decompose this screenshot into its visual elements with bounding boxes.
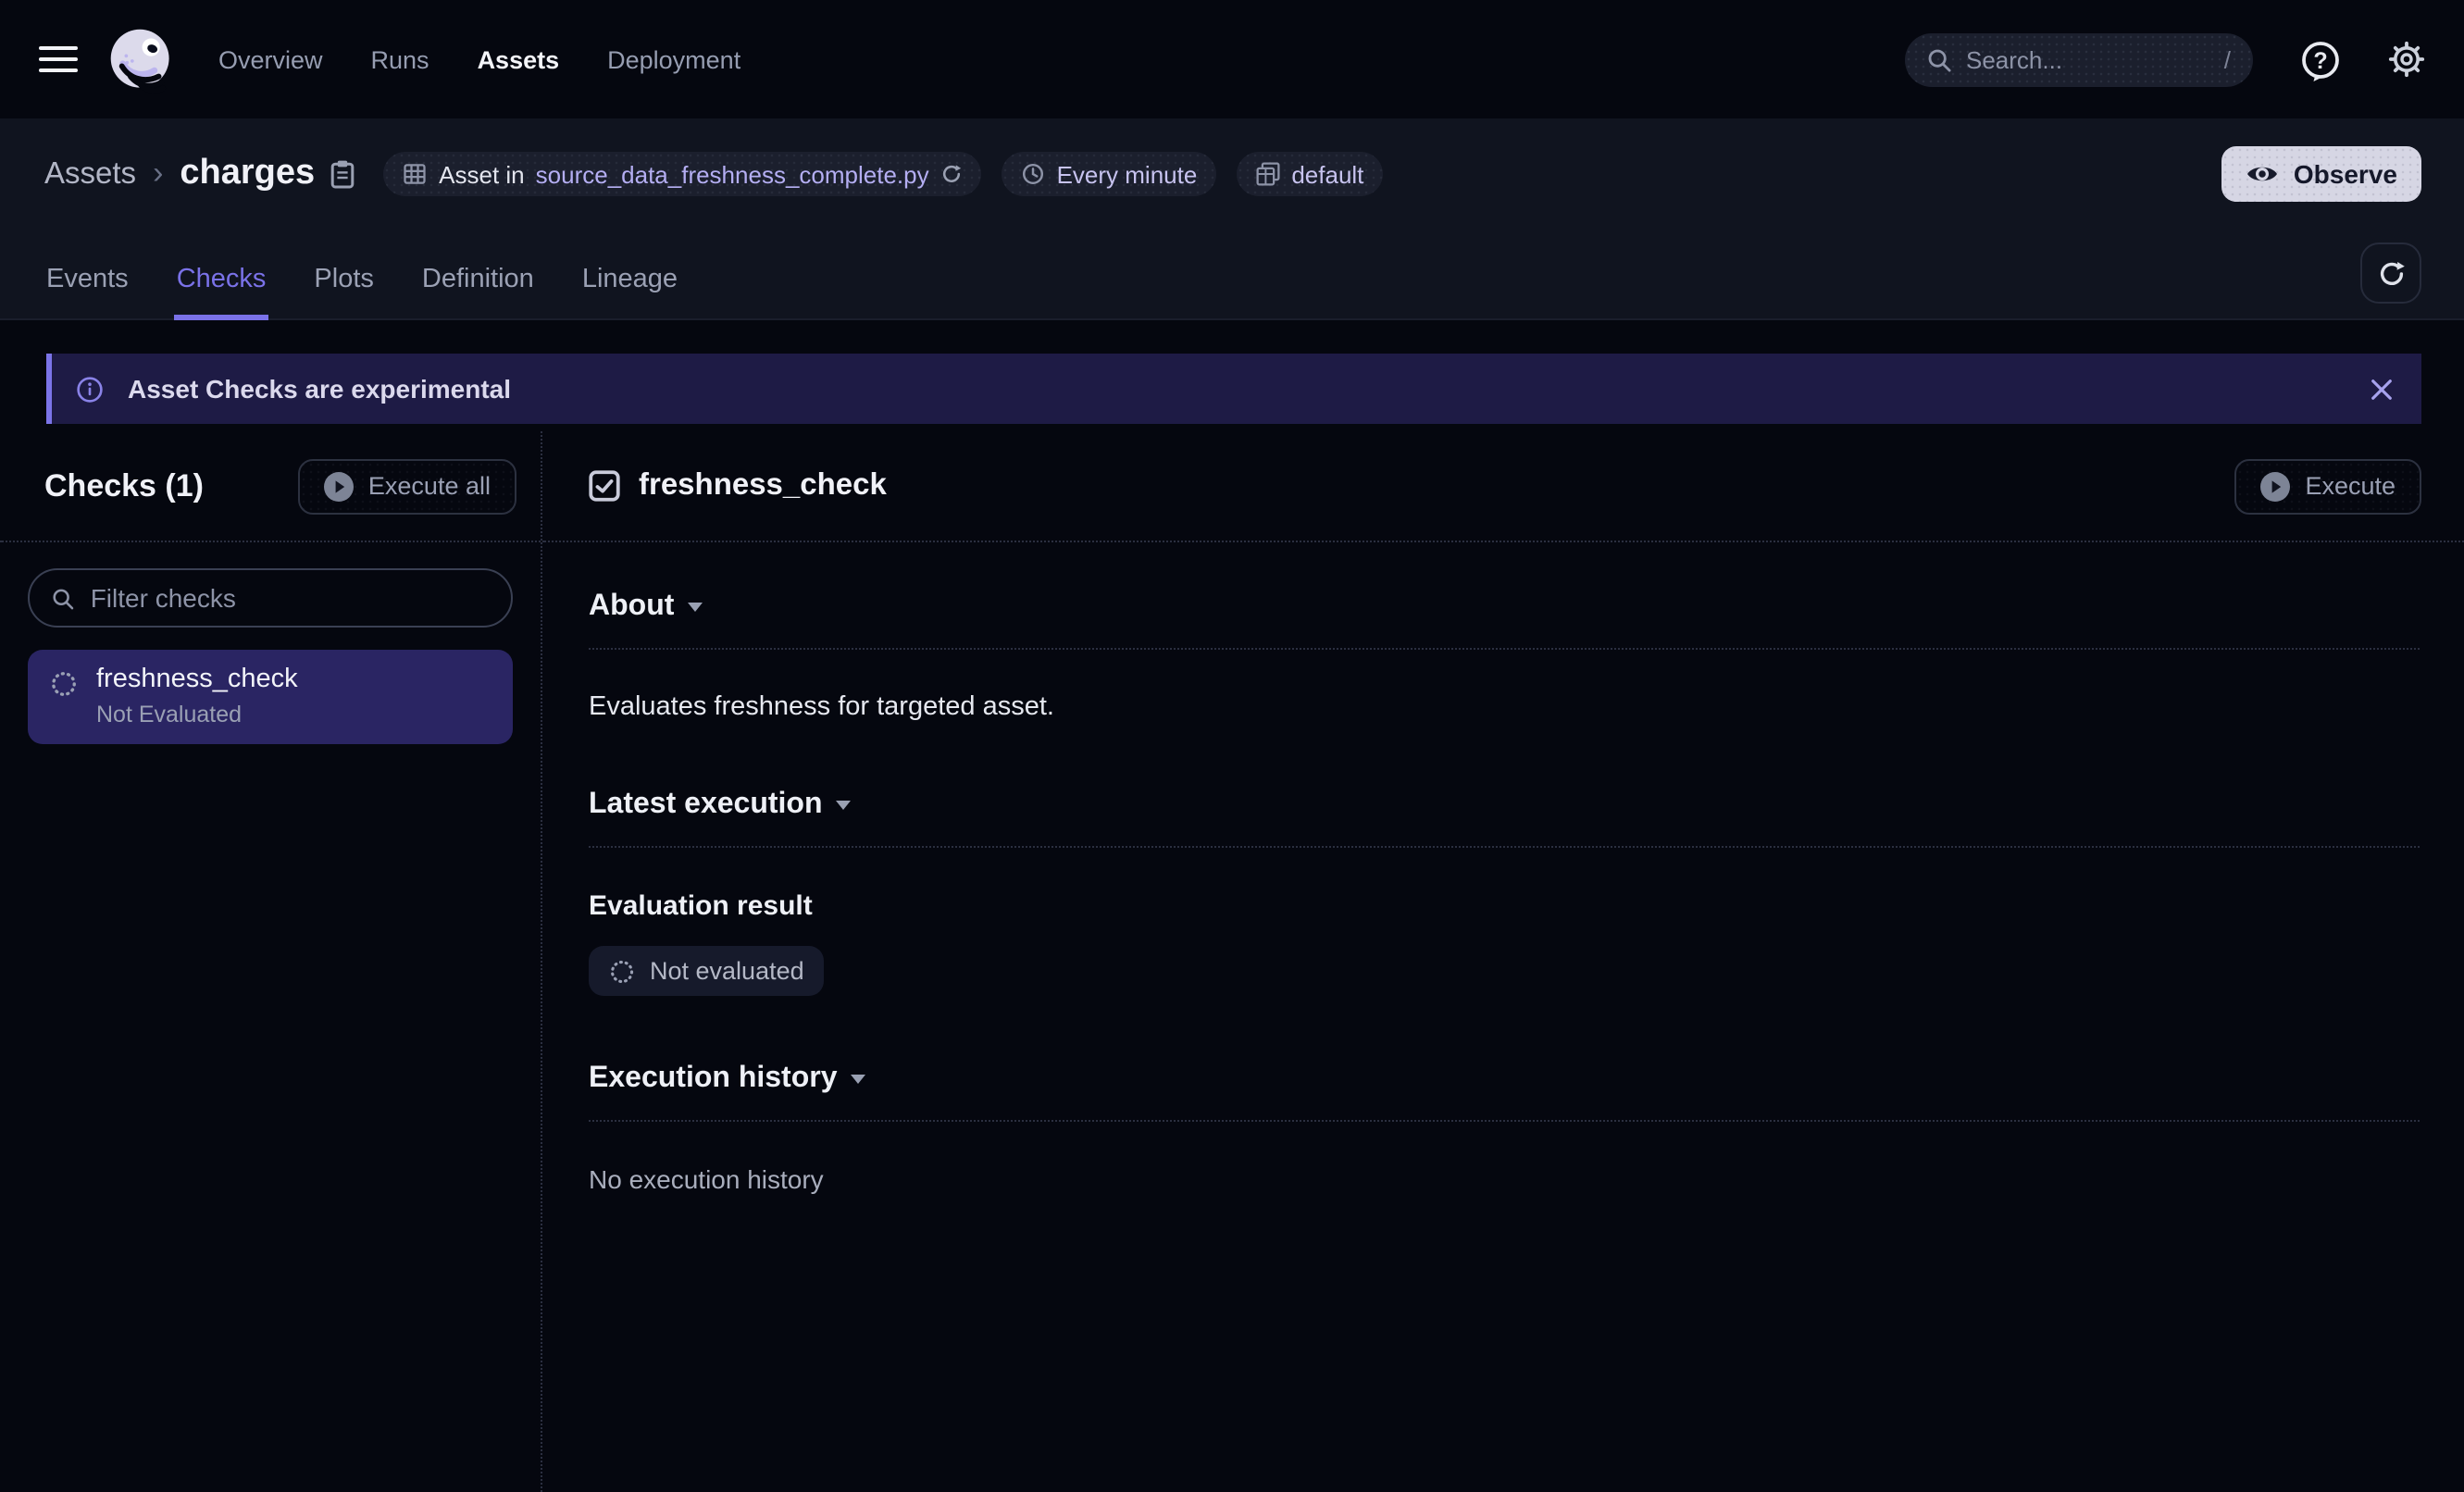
- layers-icon: [1254, 161, 1280, 187]
- asset-source-file-link[interactable]: source_data_freshness_complete.py: [536, 160, 929, 188]
- dagster-logo[interactable]: [107, 25, 176, 93]
- asset-tags: Asset in source_data_freshness_complete.…: [383, 152, 1382, 196]
- nav-item-deployment[interactable]: Deployment: [607, 45, 740, 73]
- nav-item-assets[interactable]: Assets: [478, 45, 560, 73]
- execution-history-section-header[interactable]: Execution history: [589, 1063, 2420, 1096]
- divider: [589, 648, 2420, 650]
- freshness-policy-tag[interactable]: Every minute: [1002, 152, 1216, 196]
- check-detail-panel: freshness_check Execute About: [542, 431, 2464, 1492]
- observe-label: Observe: [2294, 159, 2397, 189]
- execution-history-heading: Execution history: [589, 1063, 838, 1096]
- page-title: charges: [180, 154, 315, 194]
- freshness-policy-label: Every minute: [1057, 160, 1198, 188]
- chevron-down-icon: [851, 1074, 867, 1085]
- asset-definition-tag[interactable]: Asset in source_data_freshness_complete.…: [383, 152, 980, 196]
- check-detail-body: About Evaluates freshness for targeted a…: [542, 542, 2464, 1194]
- check-detail-header: freshness_check Execute: [542, 431, 2464, 542]
- gear-icon: [2388, 41, 2425, 78]
- latest-execution-heading: Latest execution: [589, 789, 823, 822]
- filter-checks-field[interactable]: [28, 568, 513, 628]
- group-label: default: [1291, 160, 1363, 188]
- copy-asset-name-button[interactable]: [330, 159, 355, 189]
- checks-list-panel: Checks (1) Execute all: [0, 431, 542, 1492]
- search-input[interactable]: Search... /: [1905, 32, 2253, 86]
- latest-execution-section-header[interactable]: Latest execution: [589, 789, 2420, 822]
- search-icon: [1927, 47, 1951, 71]
- app-root: Overview Runs Assets Deployment Search..…: [0, 0, 2464, 1492]
- nav-item-runs[interactable]: Runs: [371, 45, 429, 73]
- divider: [589, 846, 2420, 848]
- checks-layout: Checks (1) Execute all: [0, 431, 2464, 1492]
- help-button[interactable]: ?: [2299, 38, 2342, 81]
- chevron-down-icon: [687, 602, 703, 613]
- experimental-banner: Asset Checks are experimental: [46, 354, 2421, 424]
- breadcrumb: Assets › charges: [0, 118, 2464, 207]
- search-shortcut: /: [2224, 45, 2231, 73]
- check-title-wrap: freshness_check: [589, 468, 887, 504]
- execute-all-label: Execute all: [368, 472, 491, 500]
- eye-icon: [2246, 163, 2279, 185]
- execute-button[interactable]: Execute: [2234, 458, 2421, 514]
- search-placeholder: Search...: [1966, 45, 2062, 73]
- asset-tabs: Events Checks Plots Definition Lineage: [0, 207, 2464, 320]
- menu-icon[interactable]: [39, 46, 78, 73]
- asset-in-label: Asset in: [439, 160, 525, 188]
- clock-icon: [1020, 161, 1046, 187]
- checkbox-icon: [589, 470, 620, 502]
- info-icon: [76, 375, 104, 403]
- check-item-status: Not Evaluated: [96, 702, 298, 727]
- nav-item-overview[interactable]: Overview: [218, 45, 323, 73]
- tab-checks[interactable]: Checks: [175, 265, 268, 320]
- execute-label: Execute: [2305, 472, 2396, 500]
- reload-icon[interactable]: [940, 163, 963, 185]
- not-evaluated-spinner-icon: [50, 670, 78, 698]
- about-section-header[interactable]: About: [589, 591, 2420, 624]
- banner-close-button[interactable]: [2366, 373, 2397, 404]
- tab-events[interactable]: Events: [44, 265, 131, 320]
- execution-history-empty-text: No execution history: [589, 1164, 2420, 1194]
- clipboard-icon: [330, 159, 355, 189]
- check-description: Evaluates freshness for targeted asset.: [589, 692, 2420, 722]
- settings-button[interactable]: [2388, 41, 2425, 78]
- evaluation-result-heading: Evaluation result: [589, 890, 2420, 922]
- check-item-name: freshness_check: [96, 665, 298, 694]
- check-list-item-selected[interactable]: freshness_check Not Evaluated: [28, 650, 513, 744]
- not-evaluated-spinner-icon: [609, 958, 635, 984]
- table-icon: [402, 161, 428, 187]
- breadcrumb-assets-link[interactable]: Assets: [44, 156, 136, 192]
- banner-text: Asset Checks are experimental: [128, 374, 511, 404]
- refresh-button[interactable]: [2360, 242, 2421, 304]
- tab-lineage[interactable]: Lineage: [580, 265, 679, 320]
- evaluation-result-label: Not evaluated: [650, 957, 804, 985]
- filter-checks-input[interactable]: [91, 583, 489, 613]
- nav-links: Overview Runs Assets Deployment: [218, 45, 740, 73]
- checks-count-title: Checks (1): [44, 467, 204, 504]
- help-icon: ?: [2299, 38, 2342, 81]
- search-icon: [52, 586, 74, 610]
- observe-button[interactable]: Observe: [2221, 146, 2421, 202]
- close-icon: [2370, 377, 2394, 401]
- checks-list-header: Checks (1) Execute all: [0, 431, 541, 542]
- asset-header: Assets › charges: [0, 118, 2464, 320]
- check-detail-title: freshness_check: [639, 468, 887, 504]
- check-item-texts: freshness_check Not Evaluated: [96, 665, 298, 727]
- chevron-down-icon: [836, 800, 852, 811]
- top-nav: Overview Runs Assets Deployment Search..…: [0, 0, 2464, 118]
- tab-plots[interactable]: Plots: [312, 265, 376, 320]
- evaluation-result-badge: Not evaluated: [589, 946, 825, 996]
- play-circle-icon: [2260, 471, 2290, 501]
- tab-definition[interactable]: Definition: [420, 265, 536, 320]
- refresh-icon: [2376, 258, 2406, 288]
- group-tag[interactable]: default: [1236, 152, 1382, 196]
- svg-text:?: ?: [2313, 47, 2327, 73]
- play-circle-icon: [324, 471, 354, 501]
- about-heading: About: [589, 591, 674, 624]
- execute-all-button[interactable]: Execute all: [298, 458, 516, 514]
- breadcrumb-separator: ›: [153, 155, 163, 193]
- divider: [589, 1120, 2420, 1122]
